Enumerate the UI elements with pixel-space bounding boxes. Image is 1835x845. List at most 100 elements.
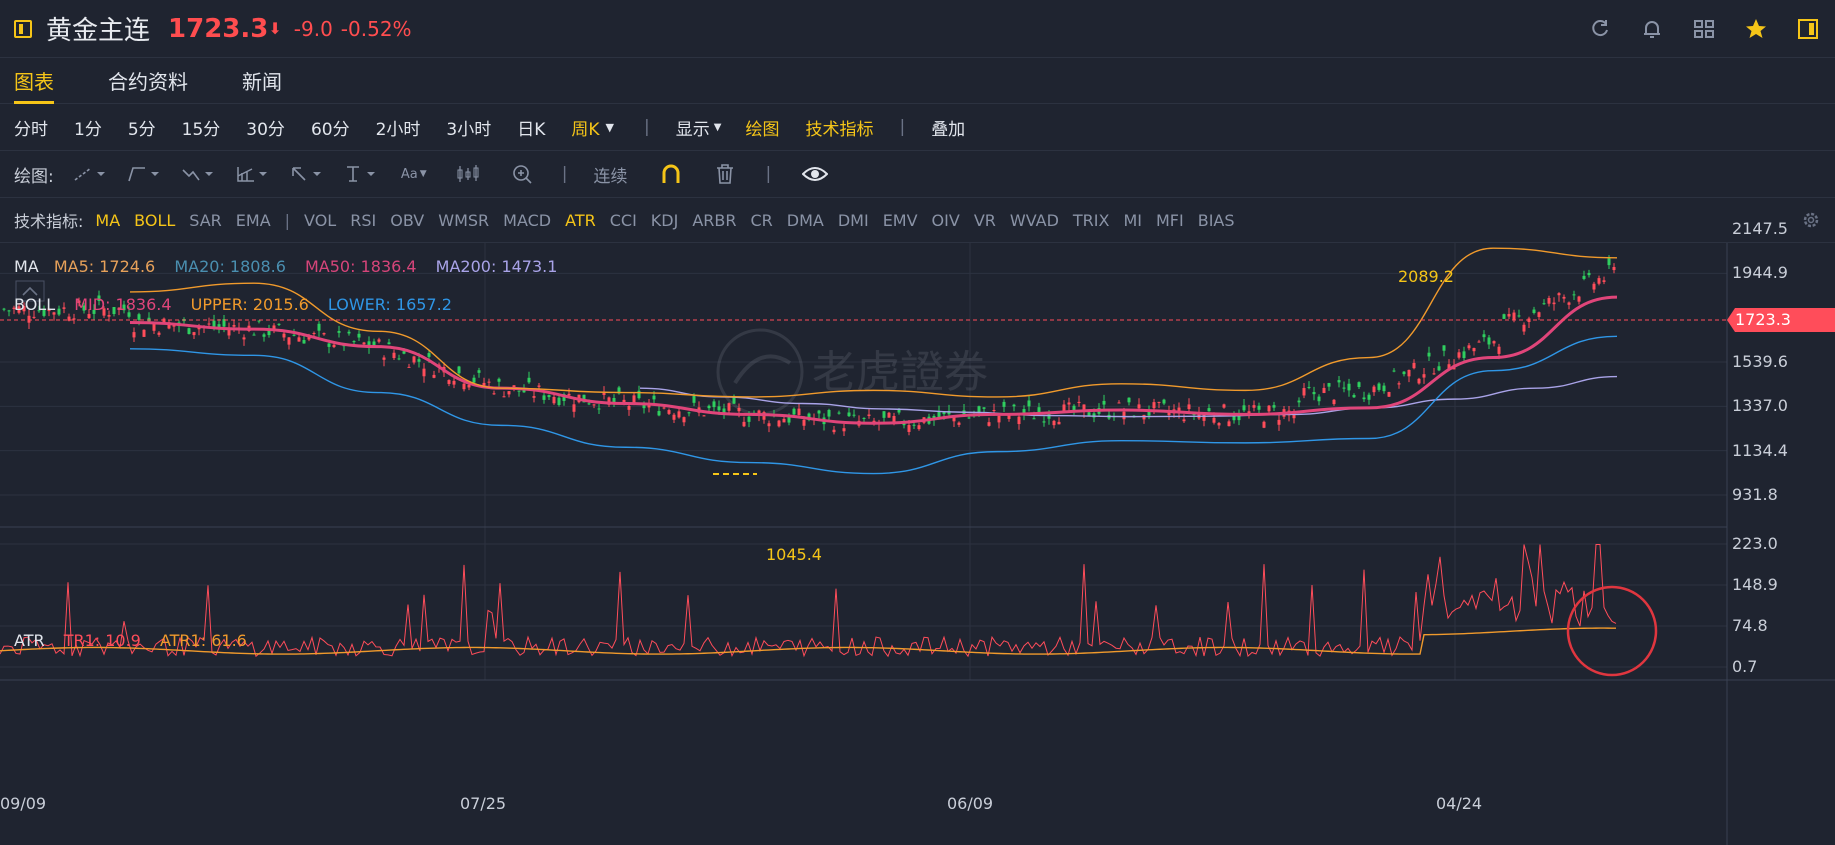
grid-icon[interactable] — [1691, 16, 1717, 42]
wave-tool-icon[interactable] — [180, 162, 216, 186]
candle-body — [142, 329, 146, 337]
candle-body — [1252, 405, 1256, 408]
candle-body — [1002, 401, 1006, 407]
candle-body — [1592, 283, 1596, 290]
tab-contract-info[interactable]: 合约资料 — [108, 58, 188, 104]
continuous-toggle[interactable]: 连续 — [593, 162, 627, 187]
candle-body — [1217, 422, 1221, 426]
tab-news[interactable]: 新闻 — [242, 58, 282, 104]
indicator-emv[interactable]: EMV — [883, 211, 918, 230]
candle-body — [87, 314, 91, 319]
indicator-dmi[interactable]: DMI — [838, 211, 869, 230]
indicator-vr[interactable]: VR — [974, 211, 996, 230]
candle-body — [407, 366, 411, 368]
settings-icon[interactable] — [1801, 198, 1821, 242]
indicator-oiv[interactable]: OIV — [932, 211, 960, 230]
candle-tool-icon[interactable] — [450, 162, 486, 186]
candle-body — [1557, 293, 1561, 296]
candle-body — [497, 378, 501, 382]
candle-body — [682, 417, 686, 423]
indicator-kdj[interactable]: KDJ — [651, 211, 679, 230]
indicator-macd[interactable]: MACD — [503, 211, 551, 230]
trash-icon[interactable] — [707, 162, 743, 186]
period-60min[interactable]: 60分 — [311, 115, 350, 140]
magnet-icon[interactable] — [653, 162, 689, 186]
indicator-boll[interactable]: BOLL — [134, 211, 175, 230]
indicator-obv[interactable]: OBV — [390, 211, 424, 230]
candle-body — [1027, 400, 1031, 407]
indicator-cci[interactable]: CCI — [610, 211, 637, 230]
ma5-value: MA5: 1724.6 — [53, 257, 156, 276]
candle-body — [377, 339, 381, 342]
eye-icon[interactable] — [797, 162, 833, 186]
candle-body — [1052, 420, 1056, 426]
period-3h[interactable]: 3小时 — [446, 115, 491, 140]
candle-body — [1267, 405, 1271, 412]
indicator-mfi[interactable]: MFI — [1156, 211, 1184, 230]
period-intraday[interactable]: 分时 — [14, 115, 48, 140]
indicator-ema[interactable]: EMA — [236, 211, 271, 230]
candle-body — [352, 341, 356, 343]
candle-body — [1532, 309, 1536, 314]
candle-body — [1222, 404, 1226, 408]
period-15min[interactable]: 15分 — [182, 115, 221, 140]
draw-toggle[interactable]: 绘图 — [745, 115, 779, 140]
indicator-mi[interactable]: MI — [1123, 211, 1142, 230]
tab-chart[interactable]: 图表 — [14, 58, 54, 104]
display-menu[interactable]: 显示 — [676, 115, 710, 140]
tech-indicator-toggle[interactable]: 技术指标 — [805, 115, 873, 140]
contract-icon[interactable] — [14, 19, 32, 38]
candle-body — [1307, 386, 1311, 388]
candle-body — [527, 377, 531, 383]
star-icon[interactable] — [1743, 16, 1769, 42]
candle-body — [1542, 303, 1546, 305]
chevron-down-icon[interactable]: ▼ — [714, 122, 722, 133]
indicator-trix[interactable]: TRIX — [1073, 211, 1110, 230]
indicator-bias[interactable]: BIAS — [1198, 211, 1235, 230]
bell-icon[interactable] — [1639, 16, 1665, 42]
candle-body — [1157, 401, 1161, 403]
candle-body — [282, 333, 286, 338]
candle-body — [337, 331, 341, 333]
overlay-button[interactable]: 叠加 — [931, 115, 965, 140]
trendline-tool-icon[interactable] — [72, 162, 108, 186]
kline-chart[interactable]: 老虎證券 — [0, 243, 1835, 845]
period-2h[interactable]: 2小时 — [376, 115, 421, 140]
indicator-wmsr[interactable]: WMSR — [438, 211, 489, 230]
indicator-cr[interactable]: CR — [750, 211, 772, 230]
watermark-logo: 老虎證券 — [716, 328, 988, 416]
arrow-tool-icon[interactable] — [288, 162, 324, 186]
candle-body — [797, 408, 801, 416]
period-weekly[interactable]: 周K — [571, 115, 599, 140]
fib-tool-icon[interactable] — [234, 162, 270, 186]
price-axis-label: 1539.6 — [1732, 352, 1788, 371]
chevron-down-icon[interactable]: ▼ — [606, 121, 614, 134]
indicator-wvad[interactable]: WVAD — [1010, 211, 1059, 230]
candle-body — [1497, 346, 1501, 354]
indicator-arbr[interactable]: ARBR — [692, 211, 736, 230]
candle-body — [322, 333, 326, 335]
x-axis-label: 07/25 — [460, 794, 507, 813]
indicator-sar[interactable]: SAR — [189, 211, 222, 230]
font-tool-icon[interactable]: Aa ▼ — [396, 162, 432, 186]
indicator-ma[interactable]: MA — [95, 211, 120, 230]
indicator-atr[interactable]: ATR — [565, 211, 596, 230]
ma200-value: MA200: 1473.1 — [435, 257, 558, 276]
indicator-dma[interactable]: DMA — [787, 211, 824, 230]
divider: | — [561, 164, 568, 184]
candle-body — [1582, 275, 1586, 279]
side-panel-icon[interactable] — [1795, 16, 1821, 42]
zoom-icon[interactable] — [504, 162, 540, 186]
period-daily[interactable]: 日K — [517, 115, 545, 140]
candle-body — [957, 422, 961, 425]
candle-body — [1042, 421, 1046, 423]
refresh-icon[interactable] — [1587, 16, 1613, 42]
polyline-tool-icon[interactable] — [126, 162, 162, 186]
indicator-vol[interactable]: VOL — [304, 211, 336, 230]
indicator-rsi[interactable]: RSI — [350, 211, 376, 230]
period-30min[interactable]: 30分 — [246, 115, 285, 140]
candle-body — [302, 340, 306, 344]
period-1min[interactable]: 1分 — [74, 115, 102, 140]
period-5min[interactable]: 5分 — [128, 115, 156, 140]
text-tool-icon[interactable] — [342, 162, 378, 186]
